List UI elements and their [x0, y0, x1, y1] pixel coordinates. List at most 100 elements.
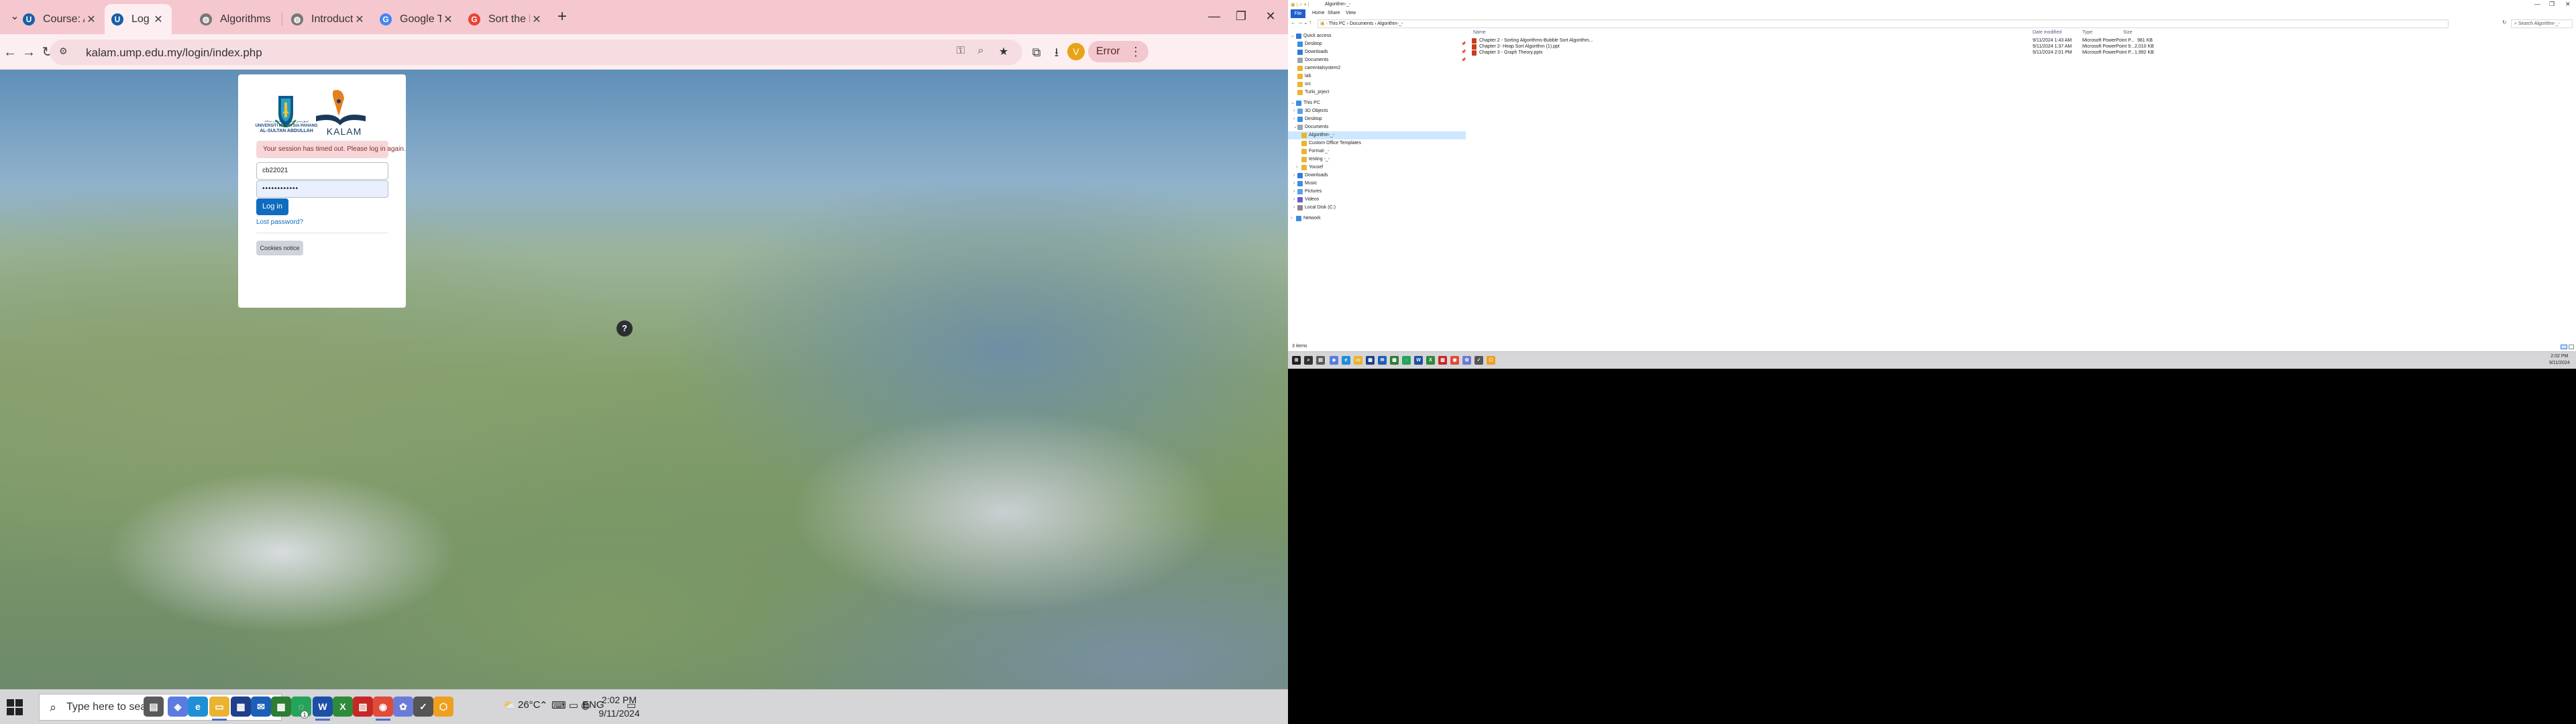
nav-desktop[interactable]: Desktop 📌 [1288, 40, 1466, 48]
username-field[interactable]: cb22021 [256, 162, 388, 180]
downloads-icon[interactable]: ⭳ [1046, 42, 1067, 62]
avatar[interactable]: V [1067, 43, 1085, 60]
back-icon[interactable]: ← [1291, 19, 1296, 25]
nav-testing[interactable]: testing -_- [1288, 156, 1466, 164]
nav-src[interactable]: src [1288, 80, 1466, 88]
app2-icon[interactable]: ✓ [1474, 356, 1483, 365]
address-bar[interactable]: ⚙ kalam.ump.edu.my/login/index.php ⚿ ⌕ ★ [50, 40, 1022, 65]
error-menu-button[interactable]: Error ⋮ [1088, 41, 1148, 62]
forward-icon[interactable]: → [1297, 19, 1303, 25]
tab-introduction[interactable]: ◍ Introduction to Algorithm ✕ [284, 4, 373, 34]
minimize-button[interactable]: — [1201, 4, 1228, 28]
task-view-icon[interactable]: ▤ [144, 697, 164, 717]
app-icon[interactable]: ✿ [393, 697, 413, 717]
breadcrumb-item[interactable]: Algorithm-_- [1377, 21, 1403, 26]
xbox-icon[interactable]: X [333, 697, 353, 717]
nav-this-pc[interactable]: ⌄ This PC [1288, 99, 1466, 107]
bookmark-star-icon[interactable]: ★ [996, 45, 1012, 61]
nav-carrentalsystem2[interactable]: carrentalsystem2 [1288, 64, 1466, 72]
breadcrumb-item[interactable]: This PC [1329, 21, 1346, 26]
breadcrumb-item[interactable]: Documents [1350, 21, 1373, 26]
nav-formal[interactable]: Formal-_- [1288, 147, 1466, 156]
nav-quick-access[interactable]: ⌄ Quick access [1288, 32, 1466, 40]
nav-3d-objects[interactable]: › 3D Objects [1288, 107, 1466, 115]
search-icon[interactable]: ⌕ [1304, 356, 1313, 365]
app3-icon[interactable]: ⬡ [433, 697, 453, 717]
notification-icon[interactable]: ▭ [627, 699, 636, 711]
maximize-button[interactable]: ❐ [1228, 4, 1254, 28]
file-explorer-icon[interactable]: ▭ [209, 697, 229, 721]
tab-algorithms-notes[interactable]: ◍ Algorithms Notes for Profe [193, 4, 279, 34]
chrome-icon[interactable]: ◉ [373, 697, 393, 721]
clock[interactable]: 2:02 PM 9/11/2024 [2549, 353, 2570, 367]
edge-icon[interactable]: e [188, 697, 208, 717]
minimize-button[interactable]: — [2534, 1, 2540, 7]
site-info-icon[interactable]: ⚙ [59, 46, 74, 59]
column-type[interactable]: Type [2082, 30, 2092, 35]
file-explorer-icon[interactable]: ▭ [1354, 356, 1362, 365]
close-icon[interactable]: ✕ [152, 13, 165, 26]
word-icon[interactable]: W [313, 697, 333, 721]
ribbon-file-tab[interactable]: File [1291, 9, 1305, 19]
weather-icon[interactable]: ⛅ [503, 699, 516, 711]
help-button[interactable]: ? [616, 320, 633, 337]
ribbon-home-tab[interactable]: Home [1312, 11, 1325, 15]
store-icon[interactable]: ▦ [1366, 356, 1375, 365]
maximize-button[interactable]: ❐ [2549, 1, 2555, 8]
details-view-icon[interactable] [2561, 345, 2567, 349]
close-icon[interactable]: ✕ [530, 13, 543, 26]
column-date[interactable]: Date modified [2033, 30, 2061, 35]
nav-pc-downloads[interactable]: › Downloads [1288, 172, 1466, 180]
ribbon-share-tab[interactable]: Share [1328, 11, 1340, 15]
breadcrumb[interactable]: ▣ › This PC › Documents › Algorithm-_- [1318, 19, 2449, 28]
nav-turki-prject[interactable]: Turki_prject [1288, 88, 1466, 97]
password-field[interactable]: •••••••••••• [256, 180, 388, 198]
nav-pc-documents[interactable]: ⌄ Documents [1288, 123, 1466, 131]
whatsapp-icon[interactable]: ◌ [1402, 356, 1411, 365]
lost-password-link[interactable]: Lost password? [256, 219, 303, 226]
zoom-icon[interactable]: ⌕ [973, 45, 989, 61]
copilot-icon[interactable]: ◈ [168, 697, 188, 717]
forward-icon[interactable]: → [19, 42, 39, 62]
cookies-notice-button[interactable]: Cookies notice [256, 241, 303, 255]
nav-music[interactable]: › Music [1288, 180, 1466, 188]
close-icon[interactable]: ✕ [85, 13, 98, 26]
refresh-icon[interactable]: ↻ [2502, 19, 2507, 25]
password-key-icon[interactable]: ⚿ [953, 45, 969, 61]
nav-algorithm-folder[interactable]: Algorithm-_- [1288, 131, 1466, 139]
mail-icon[interactable]: ✉ [1378, 356, 1387, 365]
minecraft-icon[interactable]: ▩ [271, 697, 291, 717]
nav-videos[interactable]: › Videos [1288, 196, 1466, 204]
task-view-icon[interactable]: ▤ [1316, 356, 1325, 365]
nav-downloads[interactable]: Downloads 📌 [1288, 48, 1466, 56]
large-icons-view-icon[interactable] [2569, 345, 2574, 349]
close-window-button[interactable]: ✕ [1257, 4, 1284, 28]
edge-icon[interactable]: e [1342, 356, 1350, 365]
recent-dropdown-icon[interactable]: ⌄ [1303, 19, 1308, 25]
explorer-search[interactable]: ⌕ Search Algorithm-_- [2511, 19, 2573, 28]
mail-icon[interactable]: ✉ [251, 697, 271, 717]
clock[interactable]: 2:02 PM 9/11/2024 [592, 693, 647, 720]
xbox-icon[interactable]: X [1426, 356, 1435, 365]
nav-documents[interactable]: Documents 📌 [1288, 56, 1466, 64]
word-icon[interactable]: W [1414, 356, 1423, 365]
app3-icon[interactable]: ⬡ [1487, 356, 1495, 365]
ribbon-view-tab[interactable]: View [1346, 11, 1356, 15]
up-icon[interactable]: ↑ [1309, 19, 1311, 25]
close-window-button[interactable]: ✕ [2565, 1, 2571, 8]
store-icon[interactable]: ▦ [231, 697, 251, 717]
close-icon[interactable]: ✕ [353, 13, 366, 26]
tab-login[interactable]: U Log in to the site | KALAM ✕ [105, 4, 172, 34]
tray-chevron-icon[interactable]: ⌃ [539, 699, 548, 711]
app-icon[interactable]: ✿ [1462, 356, 1471, 365]
tab-course[interactable]: U Course: ALGORITHM & CO ✕ [16, 4, 105, 34]
nav-local-disk[interactable]: › Local Disk (C:) [1288, 204, 1466, 212]
start-button[interactable] [5, 698, 24, 717]
column-size[interactable]: Size [2123, 30, 2133, 35]
tab-heap-sort[interactable]: G Sort the heap using heap ✕ [462, 4, 550, 34]
minecraft-icon[interactable]: ▩ [1390, 356, 1399, 365]
back-icon[interactable]: ← [0, 42, 20, 62]
pdf-icon[interactable]: ▧ [353, 697, 373, 717]
nav-pc-desktop[interactable]: › Desktop [1288, 115, 1466, 123]
nav-network[interactable]: › Network [1288, 215, 1466, 223]
